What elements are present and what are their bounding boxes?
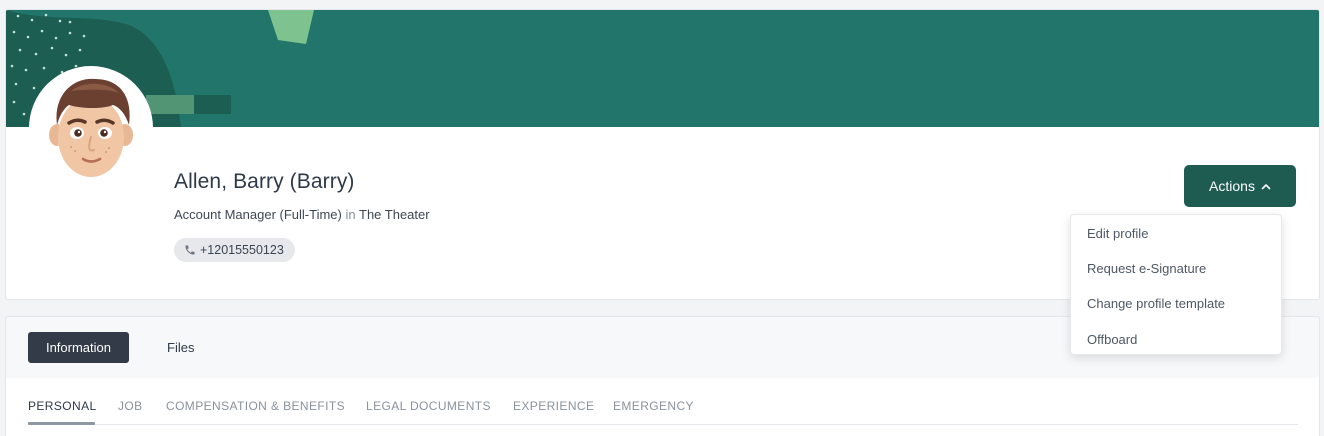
profile-banner xyxy=(6,10,1319,127)
profile-subtitle: Account Manager (Full-Time) in The Theat… xyxy=(174,207,430,222)
subtab-job[interactable]: JOB xyxy=(118,399,143,413)
subtab-experience[interactable]: EXPERIENCE xyxy=(513,399,594,413)
section-subtabs: PERSONAL JOB COMPENSATION & BENEFITS LEG… xyxy=(6,378,1319,436)
menu-item-change-profile-template[interactable]: Change profile template xyxy=(1071,286,1281,321)
profile-name: Allen, Barry (Barry) xyxy=(174,170,355,193)
job-title: Account Manager (Full-Time) xyxy=(174,207,342,222)
subtab-emergency[interactable]: EMERGENCY xyxy=(613,399,694,413)
subtab-legal-documents[interactable]: LEGAL DOCUMENTS xyxy=(366,399,491,413)
avatar xyxy=(29,66,153,190)
subtab-personal[interactable]: PERSONAL xyxy=(28,399,97,413)
tab-files[interactable]: Files xyxy=(167,332,194,363)
phone-icon xyxy=(185,245,195,255)
memoji-avatar-icon xyxy=(49,78,133,177)
active-subtab-indicator xyxy=(28,422,95,425)
subtab-compensation-benefits[interactable]: COMPENSATION & BENEFITS xyxy=(166,399,345,413)
menu-item-offboard[interactable]: Offboard xyxy=(1071,322,1281,357)
menu-item-edit-profile[interactable]: Edit profile xyxy=(1071,216,1281,251)
phone-number: +12015550123 xyxy=(200,243,284,257)
tab-information[interactable]: Information xyxy=(28,332,129,363)
actions-label: Actions xyxy=(1209,178,1255,194)
phone-badge[interactable]: +12015550123 xyxy=(174,238,295,262)
in-label: in xyxy=(345,207,356,222)
actions-dropdown-menu: Edit profile Request e-Signature Change … xyxy=(1070,214,1282,355)
banner-decoration xyxy=(6,10,314,127)
actions-button[interactable]: Actions xyxy=(1184,165,1296,207)
subtabs-divider xyxy=(28,424,1298,425)
chevron-up-icon xyxy=(1261,183,1271,189)
menu-item-request-esignature[interactable]: Request e-Signature xyxy=(1071,251,1281,286)
location-name: The Theater xyxy=(359,207,430,222)
